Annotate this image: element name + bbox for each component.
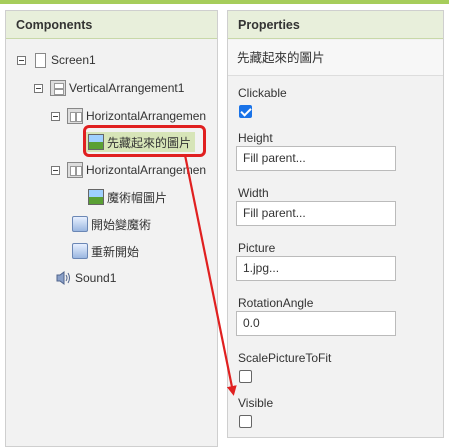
annotation-arrow bbox=[183, 154, 237, 396]
